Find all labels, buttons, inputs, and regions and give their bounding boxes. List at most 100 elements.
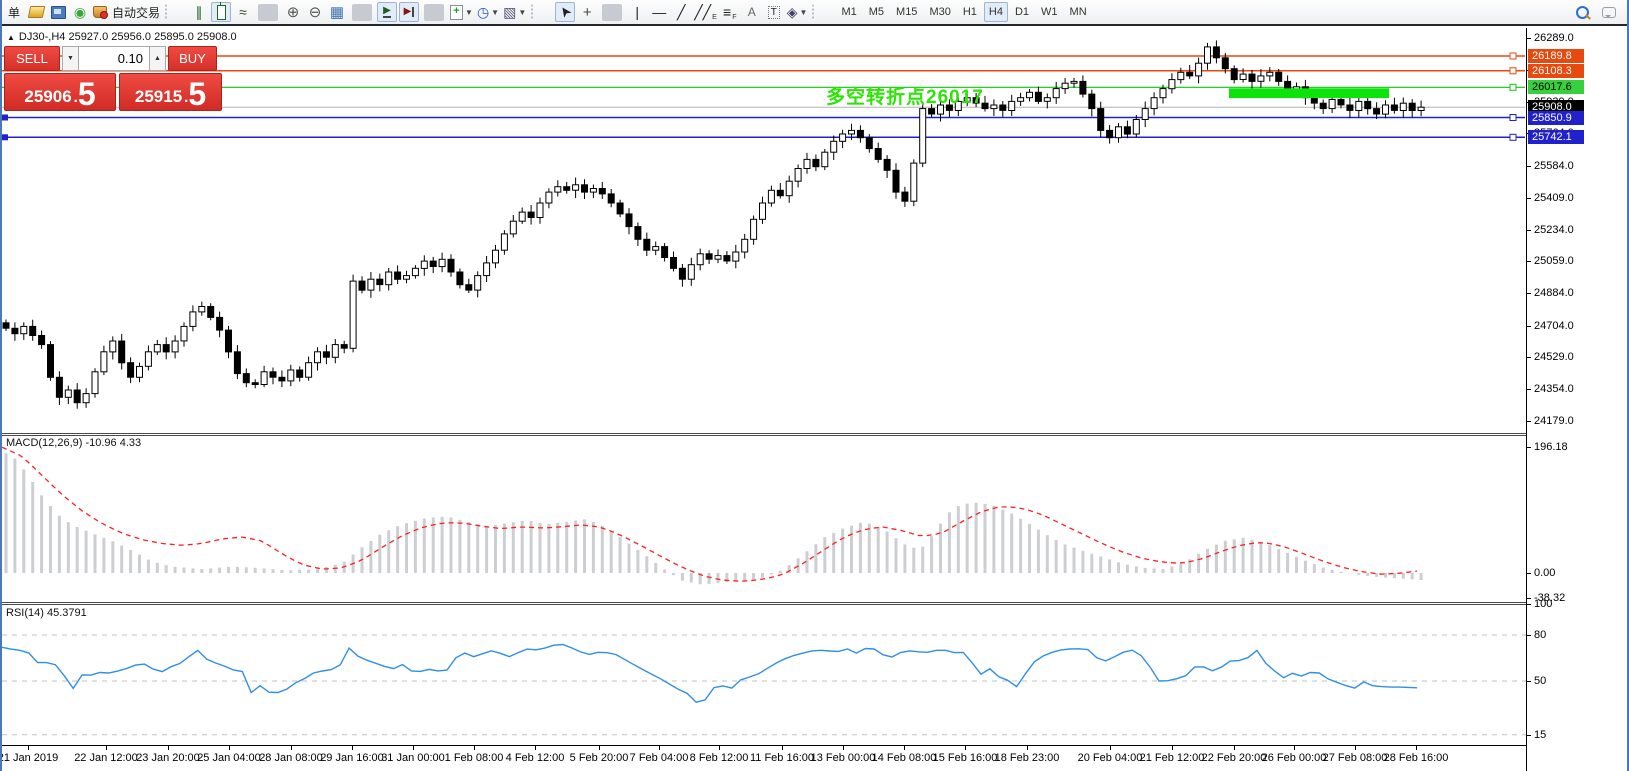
macd-tick-tick [1527, 573, 1531, 574]
chat-button[interactable] [1599, 2, 1619, 22]
price-tick: 24884.0 [1534, 287, 1574, 300]
periods-button[interactable]: ◷ ▼ [476, 2, 500, 22]
price-tick-tick [1527, 293, 1531, 295]
terminal-icon[interactable] [48, 2, 68, 22]
journal-icon[interactable] [26, 2, 46, 22]
toolbar-grip[interactable] [531, 4, 551, 20]
fibonacci-button[interactable]: ≡ F [720, 2, 740, 22]
price-tick: 24529.0 [1534, 351, 1574, 364]
toolbar-grip[interactable] [165, 4, 185, 20]
basket-icon [93, 6, 108, 19]
chevron-down-icon: ▼ [491, 7, 500, 17]
auto-scroll-icon: ▶ [383, 5, 391, 18]
time-label: 14 Feb 08:00 [871, 752, 937, 764]
vertical-line-button[interactable]: | [627, 2, 647, 22]
volume-decrease-button[interactable]: ▼ [62, 46, 79, 71]
timeframe-button-m5[interactable]: M5 [864, 2, 889, 22]
line-chart-button[interactable]: ≈ [233, 2, 253, 22]
time-tick [1355, 746, 1356, 750]
buy-button[interactable]: BUY [168, 46, 217, 71]
timeframe-button-m30[interactable]: M30 [924, 2, 955, 22]
time-label: 20 Feb 04:00 [1077, 752, 1143, 764]
bar-chart-button[interactable]: ∥ [189, 2, 209, 22]
macd-indicator-label: MACD(12,26,9) -10.96 4.33 [6, 437, 142, 449]
volume-input[interactable] [79, 46, 149, 71]
time-tick [904, 746, 905, 750]
toolbar-grip[interactable] [812, 4, 832, 20]
rsi-tick-tick [1527, 734, 1531, 736]
mt4-window: 单 ◉ 自动交易 ∥ ≈ ⊕ ⊖ ▦ ▶ ▶ + ▼ ◷ ▼ ▧ ▼ ➤ + | — ╱ ╱╱ E ≡ F A T ◈ ▼ M1 M5 M15… [0, 0, 1629, 771]
timeframe-button-d1[interactable]: D1 [1010, 2, 1034, 22]
time-label: 13 Feb 00:00 [810, 752, 876, 764]
price-level-label: 25850.9 [1528, 110, 1584, 125]
chart-window[interactable]: ▲ DJ30-,H4 25927.0 25956.0 25895.0 25908.… [2, 28, 1627, 771]
auto-trading-button[interactable]: 自动交易 [92, 2, 161, 22]
candlestick-icon [216, 1, 226, 20]
time-label: 25 Jan 04:00 [197, 752, 261, 764]
time-tick [535, 746, 536, 750]
rsi-tick: 100 [1534, 598, 1553, 611]
auto-scroll-button[interactable]: ▶ [377, 2, 398, 22]
time-tick [168, 746, 169, 750]
collapse-arrow-icon[interactable]: ▲ [7, 33, 15, 42]
time-label: 21 Jan 2019 [0, 752, 59, 764]
sell-price-display[interactable]: 25906. 5 [4, 73, 116, 111]
price-chart-canvas[interactable] [2, 28, 1526, 745]
arrows-button[interactable]: ◈ ▼ [786, 2, 809, 22]
price-tick-tick [1527, 38, 1531, 39]
macd-tick: 0.00 [1534, 567, 1556, 579]
text-button[interactable]: A [742, 2, 762, 22]
timeframe-button-h4[interactable]: H4 [983, 2, 1008, 22]
rsi-tick: 50 [1534, 675, 1547, 687]
zoom-in-button[interactable]: ⊕ [283, 2, 303, 22]
time-label: 29 Jan 16:00 [320, 752, 384, 764]
template-icon: ▧ [503, 4, 517, 20]
timeframe-button-mn[interactable]: MN [1065, 2, 1092, 22]
time-label: 26 Feb 00:00 [1261, 752, 1327, 764]
timeframe-button-h1[interactable]: H1 [958, 2, 982, 22]
signals-icon[interactable]: ◉ [70, 2, 90, 22]
time-tick [1416, 746, 1417, 750]
line-chart-icon: ≈ [239, 4, 247, 20]
price-tick: 25234.0 [1534, 223, 1574, 236]
cursor-button[interactable]: ➤ [555, 2, 576, 22]
time-tick [474, 746, 475, 750]
time-tick [1027, 746, 1028, 750]
search-button[interactable] [1572, 2, 1592, 22]
time-label: 28 Feb 16:00 [1383, 752, 1449, 764]
tile-windows-button[interactable]: ▦ [327, 2, 347, 22]
volume-increase-button[interactable]: ▲ [149, 46, 166, 71]
timeframe-button-m1[interactable]: M1 [836, 2, 861, 22]
macd-tick-tick [1527, 447, 1531, 449]
zoom-out-button[interactable]: ⊖ [305, 2, 325, 22]
timeframe-button-w1[interactable]: W1 [1036, 2, 1063, 22]
buy-price-display[interactable]: 25915. 5 [119, 73, 222, 111]
pivot-annotation-text[interactable]: 多空转折点26017 [826, 82, 984, 109]
new-order-button[interactable]: 单 [4, 2, 24, 22]
price-level-label: 25742.1 [1528, 130, 1584, 145]
text-label-button[interactable]: T [764, 2, 784, 22]
time-label: 1 Feb 08:00 [444, 752, 504, 764]
sell-button[interactable]: SELL [4, 46, 60, 71]
price-axis[interactable]: 26289.026114.025939.025764.025584.025409… [1526, 28, 1627, 771]
indicators-icon: + [450, 4, 464, 20]
timeframe-button-m15[interactable]: M15 [891, 2, 922, 22]
chart-shift-button[interactable]: ▶ [399, 2, 420, 22]
trendline-button[interactable]: ╱ [671, 2, 691, 22]
templates-button[interactable]: ▧ ▼ [502, 2, 527, 22]
time-label: 28 Jan 08:00 [259, 752, 323, 764]
horizontal-line-button[interactable]: — [649, 2, 669, 22]
toolbar-separator [258, 3, 279, 21]
indicators-button[interactable]: + ▼ [449, 2, 474, 22]
horizontal-line-icon: — [652, 4, 667, 20]
channel-icon: ╱╱ [694, 4, 712, 20]
time-label: 31 Jan 00:00 [381, 752, 445, 764]
toolbar-separator [352, 3, 373, 21]
price-tick-tick [1527, 357, 1531, 359]
channel-button[interactable]: ╱╱ E [693, 2, 718, 22]
fibonacci-icon: ≡ [723, 4, 732, 20]
crosshair-button[interactable]: + [577, 2, 597, 22]
sell-price-int: 25906 [24, 87, 72, 106]
candlestick-chart-button[interactable] [211, 1, 232, 22]
time-axis[interactable]: 21 Jan 2019 22 Jan 12:00 23 Jan 20:00 25 Ja… [2, 745, 1526, 771]
